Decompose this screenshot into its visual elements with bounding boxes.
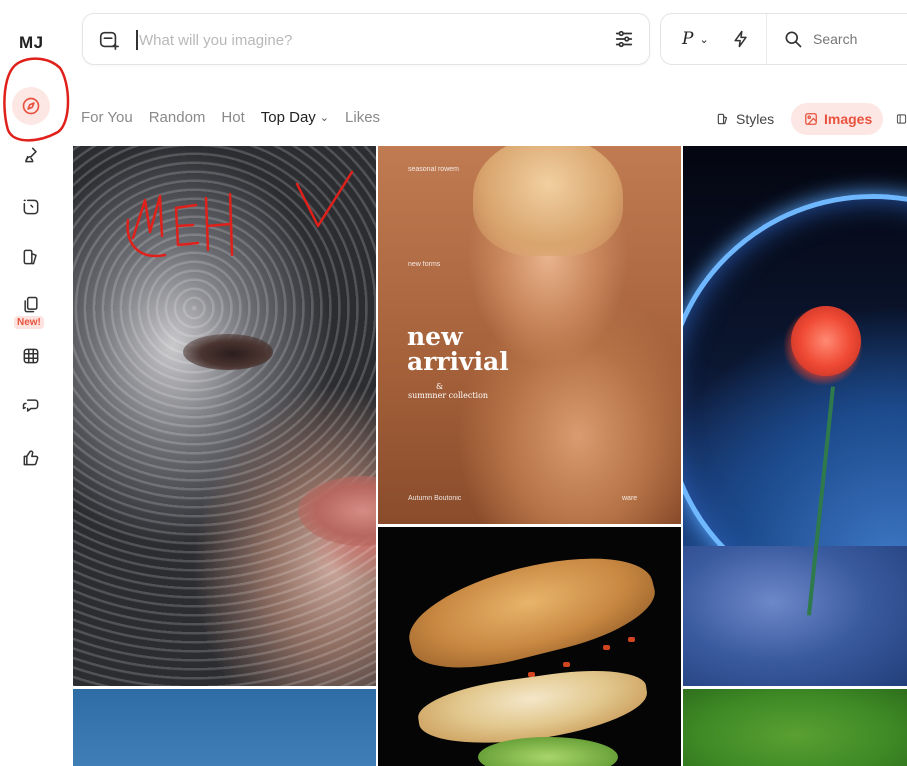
layout-toggle[interactable] [896,103,907,135]
image-detail [628,637,635,642]
poster-footer-right: ware [622,495,638,502]
text-caret [136,30,138,50]
image-detail [183,334,273,370]
personalize-label: P [682,29,694,49]
poster-headline-2: arrivial [407,347,509,376]
styles-toggle[interactable]: Styles [716,103,774,135]
layout-icon [896,114,907,124]
bolt-icon[interactable] [731,29,751,49]
sidebar-item-personalize[interactable] [13,239,49,275]
sidebar-item-explore[interactable] [12,87,50,125]
image-detail [563,662,570,667]
sidebar-item-likes[interactable] [13,440,49,476]
gallery-image-sandwich[interactable] [378,527,681,766]
tab-top-day[interactable]: Top Day ⌄ [261,109,329,126]
sidebar-item-edit[interactable] [13,189,49,225]
sidebar: MJ New! [0,0,64,766]
personalize-dropdown[interactable]: P ⌄ [682,29,709,49]
compass-icon [22,97,40,115]
poster-kicker: new forms [408,261,441,268]
new-badge: New! [14,316,44,329]
thumbs-up-icon [23,450,39,466]
brush-icon [25,147,37,163]
logo[interactable]: MJ [19,33,44,53]
gallery-image-fashion-poster[interactable]: seasonal rowem new forms new arrivial & … [378,146,681,524]
styles-icon [717,113,728,125]
image-detail [399,538,663,684]
grid-icon [23,348,39,364]
poster-sub: summner collection [408,391,489,400]
image-detail [473,146,623,256]
cards-icon [24,296,38,313]
poster-amp: & [436,382,444,391]
image-detail [603,645,610,650]
divider [766,14,767,64]
sidebar-item-chat[interactable] [13,388,49,424]
sliders-icon[interactable] [613,28,635,50]
tab-likes[interactable]: Likes [345,109,380,126]
search-icon[interactable] [783,29,803,49]
gallery-image-grass[interactable] [683,689,907,766]
images-label: Images [824,111,873,127]
tab-for-you[interactable]: For You [81,109,133,126]
image-texture [73,146,376,686]
styles-label: Styles [736,111,775,127]
image-icon [805,113,817,125]
chat-icon [22,399,39,412]
tools-bar: P ⌄ Search [660,13,907,65]
gallery-image-sky[interactable] [73,689,376,766]
edit-frame-icon [23,199,39,215]
images-toggle[interactable]: Images [791,103,883,135]
gallery-image-armored-face[interactable] [73,146,376,686]
image-add-icon[interactable] [98,29,120,51]
prompt-bar [82,13,650,65]
sidebar-item-create[interactable] [13,137,49,173]
poster-footer-left: Autumn Boutonic [408,495,462,502]
tab-random[interactable]: Random [149,109,206,126]
tab-hot[interactable]: Hot [221,109,244,126]
tab-top-day-label: Top Day [260,109,316,126]
sidebar-item-organize[interactable] [13,338,49,374]
gallery-image-planet-flower[interactable] [683,146,907,686]
prompt-input[interactable] [139,27,599,53]
image-detail [683,546,907,686]
chevron-down-icon: ⌄ [319,112,330,124]
chevron-down-icon: ⌄ [699,32,709,46]
palette-icon [23,249,37,265]
poster-brand: seasonal rowem [408,166,459,173]
image-detail [791,306,861,376]
feed-tabs: For You Random Hot Top Day ⌄ Likes [81,109,396,126]
search-button[interactable]: Search [813,31,857,47]
